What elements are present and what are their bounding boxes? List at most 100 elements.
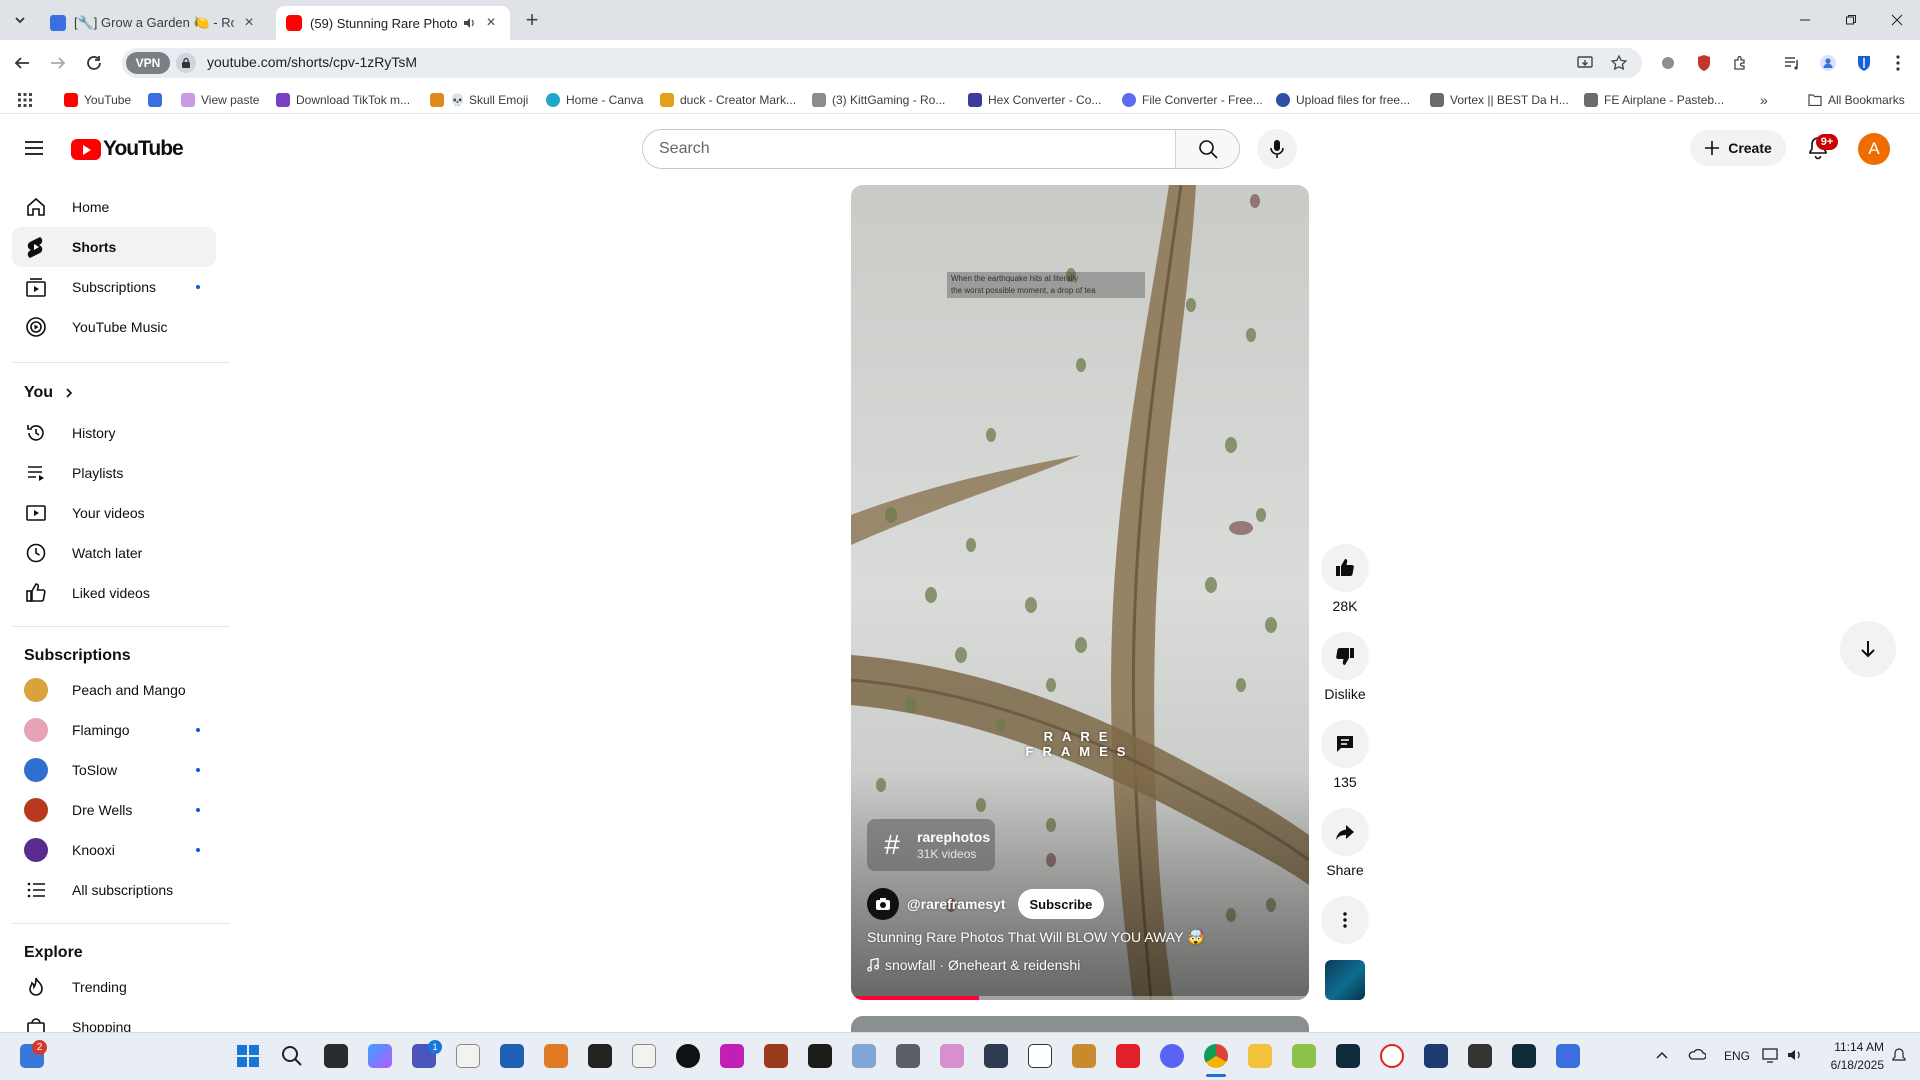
app-icon[interactable] xyxy=(984,1044,1008,1068)
tab-youtube-short[interactable]: (59) Stunning Rare Photos T × xyxy=(276,6,510,40)
bookmark-roblox[interactable] xyxy=(148,91,168,109)
sidebar-item-shopping[interactable]: Shopping xyxy=(12,1007,216,1032)
apps-grid-icon[interactable] xyxy=(18,91,32,109)
sidebar-item-watch-later[interactable]: Watch later xyxy=(12,533,216,573)
heart-app-icon[interactable] xyxy=(1116,1044,1140,1068)
unity-icon[interactable] xyxy=(896,1044,920,1068)
bookmark-creator-market[interactable]: duck - Creator Mark... xyxy=(660,91,796,109)
restore-button[interactable] xyxy=(1828,0,1874,40)
more-bookmarks-chevron-icon[interactable]: » xyxy=(1760,91,1768,109)
create-button[interactable]: Create xyxy=(1690,130,1786,166)
sidebar-you-heading[interactable]: You xyxy=(24,384,75,402)
profile-icon[interactable] xyxy=(1816,51,1840,75)
sidebar-item-playlists[interactable]: Playlists xyxy=(12,453,216,493)
roblox-icon[interactable] xyxy=(1556,1044,1580,1068)
sidebar-sub-dre-wells[interactable]: Dre Wells xyxy=(12,790,216,830)
bitwarden-shield-icon[interactable] xyxy=(1852,51,1876,75)
sidebar-item-shorts[interactable]: Shorts xyxy=(12,227,216,267)
next-video-button[interactable] xyxy=(1840,621,1896,677)
sound-thumbnail[interactable] xyxy=(1325,960,1365,1000)
channel-name[interactable]: @rareframesyt xyxy=(907,896,1006,912)
minimize-button[interactable] xyxy=(1782,0,1828,40)
hashtag-chip[interactable]: # rarephotos 31K videos xyxy=(867,819,995,871)
bookmark-canva[interactable]: Home - Canva xyxy=(546,91,643,109)
search-button[interactable] xyxy=(1175,130,1239,168)
share-button[interactable] xyxy=(1321,808,1369,856)
sidebar-item-history[interactable]: History xyxy=(12,413,216,453)
bookmark-view-paste[interactable]: View paste xyxy=(181,91,259,109)
back-button[interactable] xyxy=(8,49,36,77)
volume-icon[interactable] xyxy=(1786,1047,1804,1063)
clock-time[interactable]: 11:14 AM xyxy=(1826,1040,1884,1054)
app-icon[interactable] xyxy=(1336,1044,1360,1068)
bookmark-star-icon[interactable] xyxy=(1607,51,1631,75)
sidebar-sub-toslow[interactable]: ToSlow xyxy=(12,750,216,790)
chart-app-icon[interactable] xyxy=(852,1044,876,1068)
extensions-puzzle-icon[interactable] xyxy=(1728,51,1752,75)
shorts-video-player[interactable]: When the earthquake hits at literally th… xyxy=(851,185,1309,1000)
tab-grow-a-garden[interactable]: [🔧] Grow a Garden 🍋 - Roblo × xyxy=(40,6,268,40)
sidebar-item-youtube-music[interactable]: YouTube Music xyxy=(12,307,216,347)
guide-menu-button[interactable] xyxy=(22,136,48,162)
speaker-icon[interactable] xyxy=(462,16,476,30)
sidebar-item-home[interactable]: Home xyxy=(12,187,216,227)
extension-gear-icon[interactable] xyxy=(1656,51,1680,75)
voice-search-button[interactable] xyxy=(1257,129,1297,169)
site-info-icon[interactable] xyxy=(176,53,196,73)
document-icon[interactable] xyxy=(632,1044,656,1068)
like-button[interactable] xyxy=(1321,544,1369,592)
ublock-icon[interactable] xyxy=(1692,51,1716,75)
app-icon[interactable] xyxy=(720,1044,744,1068)
opera-icon[interactable] xyxy=(1380,1044,1404,1068)
system-tray-overflow-icon[interactable] xyxy=(1656,1050,1668,1060)
winrar-icon[interactable] xyxy=(764,1044,788,1068)
bookmark-fe-airplane[interactable]: FE Airplane - Pasteb... xyxy=(1584,91,1724,109)
app-icon[interactable] xyxy=(1468,1044,1492,1068)
sidebar-item-subscriptions[interactable]: Subscriptions xyxy=(12,267,216,307)
channel-avatar[interactable] xyxy=(867,888,899,920)
bookmark-vortex[interactable]: Vortex || BEST Da H... xyxy=(1430,91,1569,109)
store-icon[interactable] xyxy=(500,1044,524,1068)
language-indicator[interactable]: ENG xyxy=(1724,1049,1750,1063)
close-window-button[interactable] xyxy=(1874,0,1920,40)
close-tab-icon[interactable]: × xyxy=(482,14,500,32)
vpn-badge[interactable]: VPN xyxy=(126,52,170,74)
file-icon[interactable] xyxy=(456,1044,480,1068)
dislike-button[interactable] xyxy=(1321,632,1369,680)
discord-icon[interactable] xyxy=(1160,1044,1184,1068)
copilot-icon[interactable] xyxy=(368,1044,392,1068)
tab-search-button[interactable] xyxy=(8,8,32,32)
sidebar-item-trending[interactable]: Trending xyxy=(12,967,216,1007)
sidebar-item-your-videos[interactable]: Your videos xyxy=(12,493,216,533)
app-icon[interactable] xyxy=(1072,1044,1096,1068)
clock-date[interactable]: 6/18/2025 xyxy=(1826,1058,1884,1072)
sidebar-sub-knooxi[interactable]: Knooxi xyxy=(12,830,216,870)
short-title[interactable]: Stunning Rare Photos That Will BLOW YOU … xyxy=(867,929,1205,946)
url-text[interactable]: youtube.com/shorts/cpv-1zRyTsM xyxy=(207,54,417,70)
reload-button[interactable] xyxy=(80,49,108,77)
account-avatar[interactable]: A xyxy=(1858,133,1890,165)
bookmark-skull-emoji[interactable]: 💀 Skull Emoji xyxy=(430,91,528,109)
bookmark-file-converter[interactable]: File Converter - Free... xyxy=(1122,91,1263,109)
bookmark-upload-files[interactable]: Upload files for free... xyxy=(1276,91,1410,109)
browser-menu-icon[interactable] xyxy=(1886,51,1910,75)
start-button[interactable] xyxy=(236,1044,260,1068)
onedrive-icon[interactable] xyxy=(1688,1047,1706,1061)
media-controls-icon[interactable] xyxy=(1780,51,1804,75)
app-icon[interactable] xyxy=(1292,1044,1316,1068)
sidebar-sub-peach-and-mango[interactable]: Peach and Mango xyxy=(12,670,216,710)
app-icon[interactable] xyxy=(1028,1044,1052,1068)
chrome-icon[interactable] xyxy=(1204,1044,1228,1068)
close-tab-icon[interactable]: × xyxy=(240,14,258,32)
install-app-icon[interactable] xyxy=(1573,51,1597,75)
sidebar-item-all-subscriptions[interactable]: All subscriptions xyxy=(12,870,216,910)
epic-games-icon[interactable] xyxy=(588,1044,612,1068)
taskbar-search-button[interactable] xyxy=(280,1044,304,1068)
bookmark-hex-converter[interactable]: Hex Converter - Co... xyxy=(968,91,1101,109)
app-icon[interactable] xyxy=(1512,1044,1536,1068)
sidebar-item-liked-videos[interactable]: Liked videos xyxy=(12,573,216,613)
app-icon[interactable] xyxy=(940,1044,964,1068)
tiktok-icon[interactable] xyxy=(676,1044,700,1068)
forward-button[interactable] xyxy=(44,49,72,77)
bookmark-kittgaming[interactable]: (3) KittGaming - Ro... xyxy=(812,91,945,109)
